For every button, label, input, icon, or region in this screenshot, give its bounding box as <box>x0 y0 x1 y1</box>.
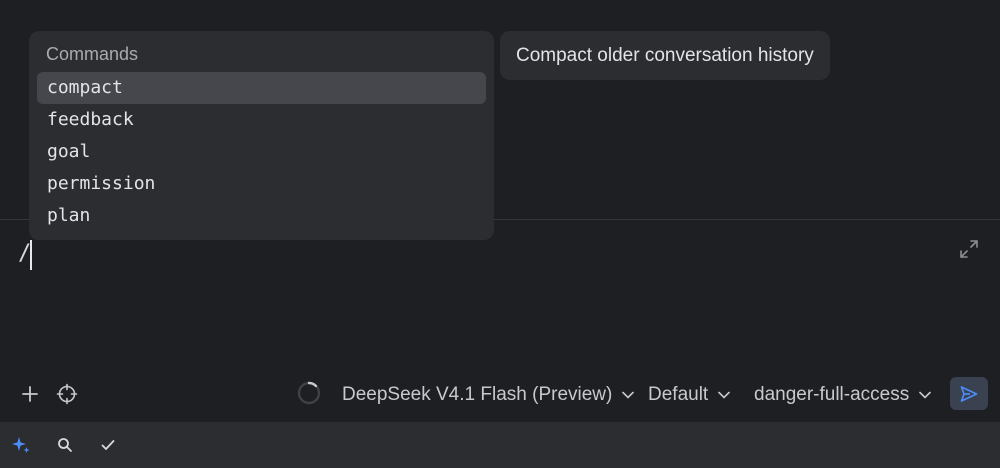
send-button[interactable] <box>950 377 988 410</box>
command-item-compact[interactable]: compact <box>37 72 486 104</box>
sparkle-icon[interactable] <box>9 433 33 457</box>
command-item-goal[interactable]: goal <box>37 136 486 168</box>
command-description-tooltip: Compact older conversation history <box>500 31 830 80</box>
chevron-down-icon <box>718 391 731 399</box>
chevron-down-icon <box>622 391 635 399</box>
mode-selector[interactable]: Default <box>648 380 731 410</box>
loading-spinner-icon <box>297 381 321 405</box>
command-item-permission[interactable]: permission <box>37 168 486 200</box>
access-selector[interactable]: danger-full-access <box>754 380 932 410</box>
crosshair-icon[interactable] <box>52 379 82 409</box>
command-item-feedback[interactable]: feedback <box>37 104 486 136</box>
access-label: danger-full-access <box>754 384 910 405</box>
mode-label: Default <box>648 384 709 405</box>
expand-icon[interactable] <box>958 238 980 260</box>
chevron-down-icon <box>919 391 932 399</box>
command-popup: Commands compact feedback goal permissio… <box>29 31 494 240</box>
search-icon[interactable] <box>53 433 77 457</box>
command-list: compact feedback goal permission plan <box>37 72 486 232</box>
plus-icon[interactable] <box>15 379 45 409</box>
model-label: DeepSeek V4.1 Flash (Preview) <box>342 384 613 405</box>
status-bar <box>0 422 1000 468</box>
send-icon <box>960 385 978 402</box>
command-item-plan[interactable]: plan <box>37 200 486 232</box>
popup-title: Commands <box>46 44 139 64</box>
model-selector[interactable]: DeepSeek V4.1 Flash (Preview) <box>342 380 635 410</box>
text-caret <box>30 240 32 270</box>
check-icon[interactable] <box>96 433 120 457</box>
